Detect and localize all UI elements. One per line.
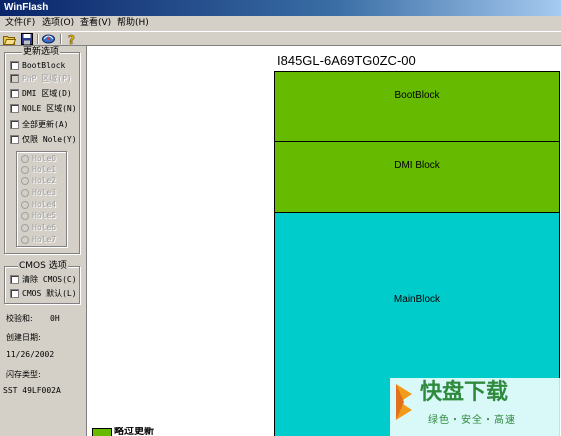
hole3-label: Hole3 [32,188,57,197]
flash-icon[interactable] [42,33,55,45]
checksum-value: 0H [50,314,60,323]
clear-cmos-option[interactable]: 清除 CMOS(C) [10,274,77,285]
cmos-default-option[interactable]: CMOS 默认(L) [10,288,77,299]
bootblock-option[interactable]: BootBlock [10,60,65,71]
nole-only-checkbox[interactable] [10,135,19,144]
update-all-option[interactable]: 全部更新(A) [10,119,68,130]
nole-only-label: 仅限 Nole(Y) [22,135,77,144]
hole6-label: Hole6 [32,223,57,232]
watermark-logo-icon [396,384,412,420]
update-options-title: 更新选项 [22,47,61,57]
hole2-option[interactable]: Hole2 [21,175,56,186]
window-title: WinFlash [4,2,49,13]
update-all-checkbox[interactable] [10,120,19,129]
bootblock-label: BootBlock [22,61,66,70]
hole5-label: Hole5 [32,211,57,220]
dmi-area-label: DMI 区域(D) [22,89,72,98]
bootblock-block[interactable]: BootBlock [274,71,560,142]
menu-options[interactable]: 选项(O) [40,17,76,30]
main-block-label: MainBlock [393,294,441,305]
hole6-option[interactable]: Hole6 [21,222,56,233]
cmos-default-checkbox[interactable] [10,289,19,298]
dmi-area-option[interactable]: DMI 区域(D) [10,88,72,99]
save-icon[interactable] [20,33,33,45]
cmos-default-label: CMOS 默认(L) [22,289,77,298]
nole-only-option[interactable]: 仅限 Nole(Y) [10,134,77,145]
hole0-option[interactable]: Hole0 [21,153,56,164]
nole-area-label: NOLE 区域(N) [22,104,77,113]
clear-cmos-label: 清除 CMOS(C) [22,275,77,284]
watermark-subtitle: 绿色・安全・高速 [428,415,516,426]
checksum-label: 校验和: [6,314,33,323]
open-folder-icon[interactable] [3,33,16,45]
nole-area-checkbox[interactable] [10,104,19,113]
hole4-label: Hole4 [32,200,57,209]
window-title-bar[interactable]: WinFlash [0,0,561,16]
build-date-value: 11/26/2002 [6,350,55,359]
hole1-option[interactable]: Hole1 [21,164,56,175]
toolbar-separator [60,34,62,44]
watermark-title: 快盘下载 [420,380,509,405]
dmi-area-checkbox[interactable] [10,89,19,98]
cmos-options-title: CMOS 选项 [18,261,68,271]
menu-help[interactable]: 帮助(H) [115,17,151,30]
flash-type-value: SST 49LF002A [3,386,61,395]
hole2-radio[interactable] [21,176,29,185]
left-options-panel: 更新选项 BootBlock PnP 区域(P) DMI 区域(D) NOLE … [0,46,84,436]
flash-type-label: 闪存类型: [6,370,41,379]
menu-view[interactable]: 查看(V) [78,17,113,30]
dmi-block[interactable]: DMI Block [274,141,560,213]
bootblock-block-label: BootBlock [394,90,440,101]
hole5-option[interactable]: Hole5 [21,210,56,221]
hole7-label: Hole7 [32,235,57,244]
pnp-area-option[interactable]: PnP 区域(P) [10,73,72,84]
build-date-label: 创建日期: [6,333,41,342]
toolbar-separator [37,34,39,44]
hole1-radio[interactable] [21,165,29,174]
hole0-radio[interactable] [21,154,29,163]
hole1-label: Hole1 [32,165,57,174]
hole7-option[interactable]: Hole7 [21,234,56,245]
hole4-option[interactable]: Hole4 [21,199,56,210]
menu-file[interactable]: 文件(F) [3,17,37,30]
clear-cmos-checkbox[interactable] [10,275,19,284]
hole5-radio[interactable] [21,211,29,220]
hole6-radio[interactable] [21,223,29,232]
hole4-radio[interactable] [21,200,29,209]
hole3-option[interactable]: Hole3 [21,187,56,198]
chip-id: I845GL-6A69TG0ZC-00 [277,53,416,68]
legend-label: 略过更新 [114,427,154,436]
nole-area-option[interactable]: NOLE 区域(N) [10,103,77,114]
dmi-block-label: DMI Block [394,160,440,171]
watermark: 快盘下载 绿色・安全・高速 [390,378,561,436]
pnp-area-label: PnP 区域(P) [22,74,72,83]
update-all-label: 全部更新(A) [22,120,69,129]
pnp-area-checkbox[interactable] [10,74,19,83]
hole3-radio[interactable] [21,188,29,197]
menu-bar: 文件(F) 选项(O) 查看(V) 帮助(H) [0,16,561,31]
help-icon[interactable]: ? [65,33,78,45]
hole0-label: Hole0 [32,154,57,163]
hole7-radio[interactable] [21,235,29,244]
legend-swatch [92,428,112,436]
svg-text:?: ? [68,33,75,45]
toolbar: ? [0,31,561,46]
hole2-label: Hole2 [32,176,57,185]
bootblock-checkbox[interactable] [10,61,19,70]
